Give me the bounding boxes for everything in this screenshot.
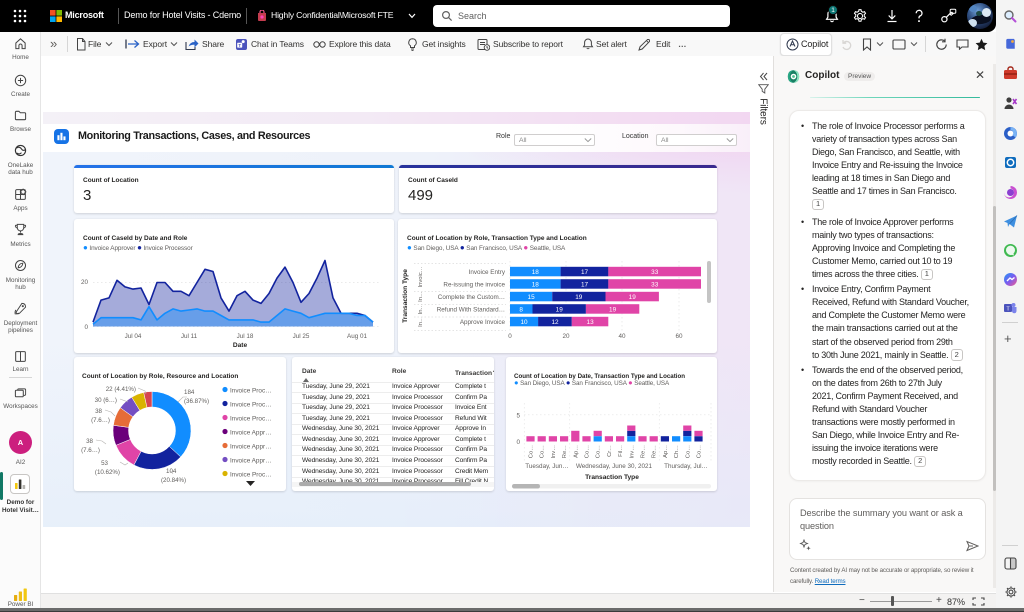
svg-text:40: 40 (618, 333, 626, 340)
svg-text:20: 20 (562, 333, 570, 340)
svg-text:12: 12 (551, 319, 559, 326)
svg-text:Jul 04: Jul 04 (125, 333, 142, 340)
svg-text:Refund With Standard…: Refund With Standard… (437, 306, 505, 313)
svg-text:18: 18 (532, 281, 540, 288)
svg-text:Date: Date (233, 342, 248, 349)
svg-text:Approve Invoice: Approve Invoice (460, 319, 506, 326)
svg-text:Cr…: Cr… (607, 444, 613, 456)
svg-text:Re…: Re… (641, 444, 647, 457)
svg-text:Complete the Custom…: Complete the Custom… (438, 294, 505, 301)
svg-text:Tuesday, Jun…: Tuesday, Jun… (525, 463, 568, 470)
svg-text:Co…: Co… (697, 444, 703, 457)
svg-text:53: 53 (101, 460, 108, 467)
svg-text:(20.84%): (20.84%) (161, 477, 186, 484)
svg-text:Invoice Appr…: Invoice Appr… (230, 457, 272, 464)
svg-text:19: 19 (609, 306, 617, 313)
svg-text:0: 0 (84, 324, 88, 331)
svg-text:10: 10 (520, 319, 528, 326)
svg-text:Co…: Co… (540, 444, 546, 457)
svg-text:19: 19 (629, 294, 637, 301)
svg-text:Ch…: Ch… (674, 444, 680, 457)
svg-text:Co…: Co… (585, 444, 591, 457)
svg-text:Jul 25: Jul 25 (293, 333, 310, 340)
svg-text:17: 17 (581, 269, 589, 276)
svg-text:Transaction Type: Transaction Type (402, 268, 409, 322)
svg-text:Invoice Appr…: Invoice Appr… (230, 443, 272, 450)
svg-text:Inv…: Inv… (629, 444, 635, 458)
svg-text:38: 38 (86, 438, 93, 445)
svg-text:Co…: Co… (685, 444, 691, 457)
svg-text:Invoic…: Invoic… (418, 266, 424, 287)
svg-text:5: 5 (516, 412, 520, 419)
svg-text:Invoice Proc…: Invoice Proc… (230, 471, 272, 478)
svg-text:Co…: Co… (596, 444, 602, 457)
svg-text:Wednesday, June 30, 2021: Wednesday, June 30, 2021 (576, 463, 653, 470)
svg-text:8: 8 (519, 306, 523, 313)
svg-text:Re-issuing the invoice: Re-issuing the invoice (443, 281, 505, 288)
svg-text:38: 38 (95, 408, 102, 415)
svg-text:33: 33 (651, 269, 659, 276)
svg-text:T: T (238, 43, 241, 48)
svg-text:19: 19 (575, 294, 583, 301)
svg-text:In…: In… (418, 290, 424, 301)
svg-text:30 (6…): 30 (6…) (95, 397, 117, 404)
svg-text:Invoice Proc…: Invoice Proc… (230, 401, 272, 408)
svg-text:Ap…: Ap… (573, 444, 579, 457)
svg-text:Invoice Proc…: Invoice Proc… (230, 415, 272, 422)
svg-text:Invoice Appr…: Invoice Appr… (230, 429, 272, 436)
svg-text:Fil…: Fil… (618, 444, 624, 456)
svg-text:18: 18 (532, 269, 540, 276)
svg-text:Jul 18: Jul 18 (237, 333, 254, 340)
svg-text:Inv…: Inv… (551, 444, 557, 458)
svg-text:(10.62%): (10.62%) (95, 469, 120, 476)
svg-text:(7.6…): (7.6…) (81, 447, 100, 454)
svg-text:Thursday, Jul…: Thursday, Jul… (664, 463, 708, 470)
svg-text:Co…: Co… (529, 444, 535, 457)
svg-text:Jul 11: Jul 11 (181, 333, 198, 340)
svg-text:(7.6…): (7.6…) (91, 417, 110, 424)
svg-text:13: 13 (587, 319, 595, 326)
svg-text:Transaction Type: Transaction Type (585, 474, 639, 481)
svg-text:Re…: Re… (562, 444, 568, 457)
svg-text:0: 0 (508, 333, 512, 340)
svg-text:Invoice Entry: Invoice Entry (469, 269, 506, 276)
svg-text:0: 0 (516, 439, 520, 446)
svg-text:In…: In… (418, 315, 424, 326)
svg-text:(36.87%): (36.87%) (184, 398, 209, 405)
svg-text:Invoice Proc…: Invoice Proc… (230, 387, 272, 394)
svg-text:15: 15 (528, 294, 536, 301)
svg-text:Re…: Re… (652, 444, 658, 457)
svg-text:184: 184 (184, 389, 195, 396)
svg-text:20: 20 (81, 279, 89, 286)
svg-text:33: 33 (651, 281, 659, 288)
svg-text:In…: In… (418, 303, 424, 314)
svg-text:22 (4.41%): 22 (4.41%) (106, 386, 136, 393)
svg-text:Ap…: Ap… (663, 444, 669, 457)
svg-text:17: 17 (581, 281, 589, 288)
svg-text:Aug 01: Aug 01 (347, 333, 367, 340)
svg-text:60: 60 (675, 333, 683, 340)
svg-text:19: 19 (556, 306, 564, 313)
